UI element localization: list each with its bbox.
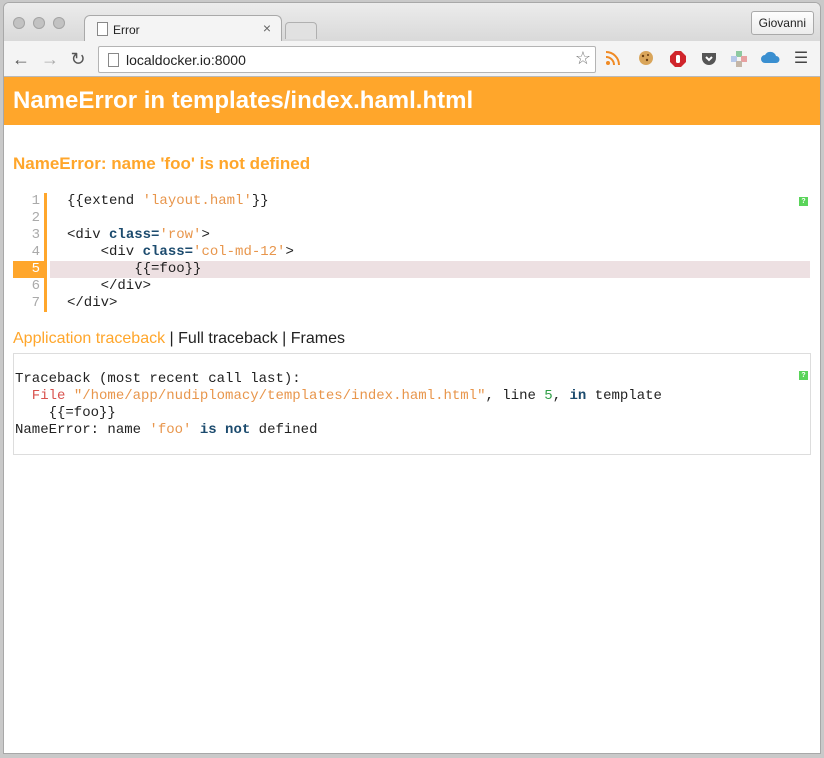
code-token: </div> — [67, 295, 118, 311]
code-token: {{=foo}} — [15, 405, 116, 421]
close-window-button[interactable] — [13, 17, 25, 29]
code-token: > — [285, 244, 294, 260]
browser-toolbar: ← → ↻ localdocker.io:8000 ☆ ☰ — [4, 41, 820, 77]
code-token: in — [569, 388, 587, 404]
code-token: <div — [67, 244, 143, 260]
code-token: defined — [250, 422, 318, 438]
code-text: {{=foo}} — [67, 261, 201, 278]
code-line: 3 <div class='row'> — [13, 227, 810, 244]
code-token: > — [201, 227, 210, 243]
line-number: 4 — [13, 244, 47, 261]
code-line: 6 </div> — [13, 278, 810, 295]
traceback-line: Traceback (most recent call last): — [15, 371, 662, 388]
rss-icon[interactable] — [604, 50, 622, 68]
tab-frames[interactable]: Frames — [291, 330, 345, 347]
error-header: NameError in templates/index.haml.html — [4, 77, 820, 125]
code-line: 1 {{extend 'layout.haml'}} — [13, 193, 810, 210]
pocket-icon[interactable] — [700, 50, 718, 68]
page-icon — [97, 22, 108, 36]
code-token: 'row' — [159, 227, 202, 243]
tab-separator: | — [165, 330, 179, 347]
code-line: 2 — [13, 210, 810, 227]
page-title: NameError in templates/index.haml.html — [13, 87, 474, 114]
line-number: 7 — [13, 295, 47, 312]
code-token: , line — [485, 388, 545, 404]
source-code-block: 1 {{extend 'layout.haml'}} 2 3 <div class='r… — [13, 193, 810, 312]
forward-arrow-icon[interactable]: → — [40, 49, 60, 69]
tab-application-traceback[interactable]: Application traceback — [13, 330, 165, 347]
code-token: is not — [199, 422, 251, 438]
code-token: <div — [67, 227, 110, 243]
help-icon[interactable]: ? — [799, 197, 808, 206]
puzzle-icon[interactable] — [730, 50, 748, 68]
adblock-icon[interactable] — [669, 50, 687, 68]
code-text: <div class='col-md-12'> — [67, 244, 294, 261]
url-text[interactable]: localdocker.io:8000 — [126, 52, 246, 68]
code-token: {{extend — [67, 193, 143, 209]
page-icon — [108, 53, 119, 67]
code-token: </div> — [67, 278, 152, 294]
code-token: 'layout.haml' — [142, 193, 252, 209]
line-number: 6 — [13, 278, 47, 295]
code-token: "/home/app/nudiplomacy/templates/index.h… — [73, 388, 486, 404]
browser-window: Error × Giovanni ← → ↻ localdocker.io:80… — [4, 3, 820, 753]
traceback-line: {{=foo}} — [15, 405, 662, 422]
traceback-line: File "/home/app/nudiplomacy/templates/in… — [15, 388, 662, 405]
code-token: template — [586, 388, 662, 404]
new-tab-button[interactable] — [285, 22, 317, 39]
cloud-icon[interactable] — [760, 50, 780, 68]
back-arrow-icon[interactable]: ← — [11, 49, 31, 69]
address-bar[interactable]: localdocker.io:8000 ☆ — [98, 46, 596, 73]
traceback-tabs: Application traceback | Full traceback |… — [13, 330, 345, 348]
profile-button[interactable]: Giovanni — [750, 11, 814, 35]
menu-icon[interactable]: ☰ — [792, 50, 810, 68]
code-token: }} — [251, 193, 269, 209]
zoom-window-button[interactable] — [53, 17, 65, 29]
line-number: 1 — [13, 193, 47, 210]
traceback-line: NameError: name 'foo' is not defined — [15, 422, 662, 439]
code-token: File — [15, 388, 74, 404]
code-text: {{extend 'layout.haml'}} — [67, 193, 269, 210]
minimize-window-button[interactable] — [33, 17, 45, 29]
error-message: NameError: name 'foo' is not defined — [13, 154, 311, 173]
reload-icon[interactable]: ↻ — [68, 49, 88, 69]
code-text: </div> — [67, 295, 117, 312]
line-number: 2 — [13, 210, 47, 227]
code-line: 7 </div> — [13, 295, 810, 312]
code-token: class= — [109, 227, 160, 243]
browser-tab[interactable]: Error × — [84, 15, 282, 42]
code-token: Traceback (most recent call last): — [15, 371, 301, 387]
cookie-icon[interactable] — [637, 50, 655, 68]
tab-separator: | — [277, 330, 291, 347]
code-token: 'col-md-12' — [193, 244, 286, 260]
code-token: {{=foo}} — [67, 261, 202, 277]
code-text: </div> — [67, 278, 151, 295]
tab-title: Error — [113, 23, 140, 37]
line-number: 3 — [13, 227, 47, 244]
code-token: , — [552, 388, 570, 404]
code-token: 'foo' — [149, 422, 192, 438]
traceback-panel: Traceback (most recent call last): File … — [13, 353, 811, 455]
error-code-line: 5 {{=foo}} — [13, 261, 810, 278]
help-icon[interactable]: ? — [799, 371, 808, 380]
code-line: 4 <div class='col-md-12'> — [13, 244, 810, 261]
tab-full-traceback[interactable]: Full traceback — [178, 330, 278, 347]
star-icon[interactable]: ☆ — [575, 48, 591, 69]
page-content: NameError in templates/index.haml.html N… — [4, 77, 820, 753]
close-tab-icon[interactable]: × — [263, 20, 271, 36]
code-text: <div class='row'> — [67, 227, 210, 244]
title-bar: Error × Giovanni — [4, 3, 820, 42]
traceback-text: Traceback (most recent call last): File … — [15, 371, 662, 439]
code-token: class= — [142, 244, 194, 260]
code-token: 5 — [544, 388, 553, 404]
code-token: NameError: name — [15, 422, 150, 438]
line-number: 5 — [13, 261, 47, 278]
